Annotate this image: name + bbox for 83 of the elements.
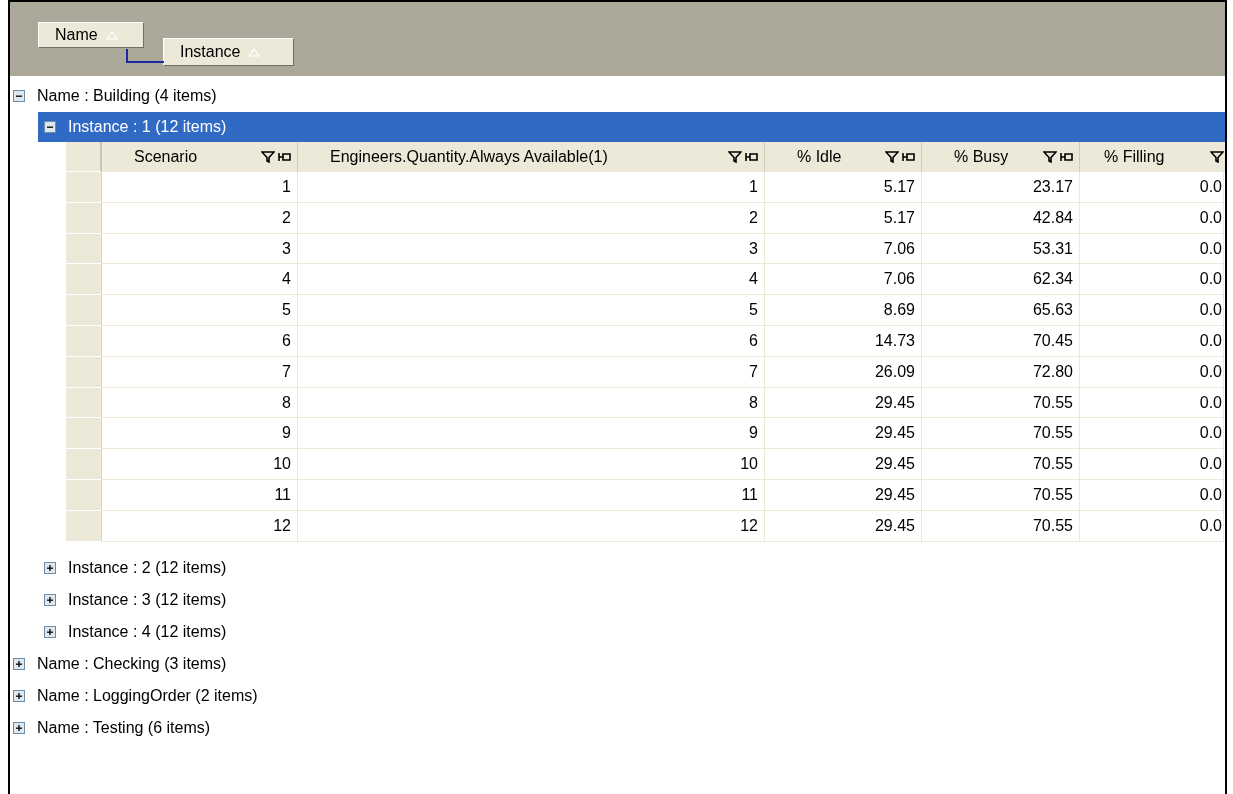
column-header[interactable]: Engineers.Quantity.Always Available(1) — [298, 142, 765, 172]
group-row[interactable]: Name : Checking (3 items) — [10, 647, 1225, 680]
table-cell: 70.55 — [922, 510, 1080, 542]
table-cell: 0.0 — [1080, 233, 1224, 265]
table-cell: 29.45 — [765, 449, 922, 480]
table-cell: 7.06 — [765, 264, 922, 296]
table-cell: 0.0 — [1080, 449, 1224, 480]
table-cell: 29.45 — [765, 510, 922, 542]
table-cell: 70.45 — [922, 326, 1080, 357]
table-cell: 0.0 — [1080, 418, 1224, 450]
table-cell: 10 — [102, 449, 298, 480]
group-label[interactable]: Name : LoggingOrder (2 items) — [37, 686, 258, 705]
table-cell: 8.69 — [765, 295, 922, 326]
table-cell: 29.45 — [765, 418, 922, 450]
table-cell: 6 — [102, 326, 298, 357]
table-cell: 8 — [102, 387, 298, 419]
table-cell: 2 — [298, 202, 765, 234]
table-cell: 23.17 — [922, 172, 1080, 203]
column-header[interactable]: % Idle — [765, 142, 922, 172]
table-cell: 70.55 — [922, 449, 1080, 480]
table-cell: 1 — [102, 172, 298, 203]
table-cell: 5 — [102, 295, 298, 326]
table-cell: 12 — [102, 510, 298, 542]
table-cell: 7 — [102, 356, 298, 388]
table-cell: 14.73 — [765, 326, 922, 357]
table-cell: 70.55 — [922, 479, 1080, 511]
group-row[interactable]: Name : Building (4 items) — [10, 80, 1225, 112]
column-header[interactable]: % Busy — [922, 142, 1080, 172]
table-cell: 65.63 — [922, 295, 1080, 326]
table-cell: 9 — [298, 418, 765, 450]
table-cell: 8 — [298, 387, 765, 419]
table-cell: 0.0 — [1080, 387, 1224, 419]
column-header[interactable]: % Filling — [1080, 142, 1225, 172]
table-cell: 0.0 — [1080, 264, 1224, 296]
group-row[interactable]: Instance : 1 (12 items) — [38, 112, 1225, 142]
group-label[interactable]: Name : Testing (6 items) — [37, 718, 211, 737]
table-cell: 2 — [102, 202, 298, 234]
group-row[interactable]: Name : LoggingOrder (2 items) — [10, 679, 1225, 712]
group-label[interactable]: Name : Checking (3 items) — [37, 654, 227, 673]
table-cell: 5.17 — [765, 202, 922, 234]
table-cell: 70.55 — [922, 418, 1080, 450]
group-label[interactable]: Instance : 4 (12 items) — [68, 622, 227, 641]
table-cell: 42.84 — [922, 202, 1080, 234]
table-cell: 3 — [298, 233, 765, 265]
group-label[interactable]: Name : Building (4 items) — [37, 87, 217, 105]
table-cell: 0.0 — [1080, 356, 1224, 388]
table-cell: 70.55 — [922, 387, 1080, 419]
table-cell: 0.0 — [1080, 295, 1224, 326]
group-label[interactable]: Instance : 2 (12 items) — [68, 558, 227, 577]
table-cell: 1 — [298, 172, 765, 203]
table-cell: 4 — [102, 264, 298, 296]
table-cell: 11 — [298, 479, 765, 511]
group-row[interactable]: Name : Testing (6 items) — [10, 711, 1225, 744]
table-cell: 26.09 — [765, 356, 922, 388]
group-row[interactable]: Instance : 4 (12 items) — [10, 615, 1225, 648]
table-cell: 0.0 — [1080, 510, 1224, 542]
table-cell: 5 — [298, 295, 765, 326]
table-cell: 12 — [298, 510, 765, 542]
group-label[interactable]: Instance : 1 (12 items) — [68, 118, 227, 136]
group-row[interactable]: Instance : 2 (12 items) — [10, 551, 1225, 584]
table-cell: 4 — [298, 264, 765, 296]
table-cell: 7.06 — [765, 233, 922, 265]
table-cell: 9 — [102, 418, 298, 450]
group-field-button[interactable]: Instance — [163, 38, 294, 66]
column-header[interactable]: Scenario — [102, 142, 298, 172]
group-row[interactable]: Instance : 3 (12 items) — [10, 583, 1225, 616]
group-label[interactable]: Instance : 3 (12 items) — [68, 590, 227, 609]
table-cell: 0.0 — [1080, 326, 1224, 357]
table-cell: 72.80 — [922, 356, 1080, 388]
table-cell: 5.17 — [765, 172, 922, 203]
table-cell: 11 — [102, 479, 298, 511]
table-cell: 29.45 — [765, 387, 922, 419]
table-cell: 0.0 — [1080, 172, 1224, 203]
table-cell: 6 — [298, 326, 765, 357]
table-cell: 10 — [298, 449, 765, 480]
table-cell: 0.0 — [1080, 202, 1224, 234]
table-cell: 7 — [298, 356, 765, 388]
table-cell: 3 — [102, 233, 298, 265]
table-cell: 62.34 — [922, 264, 1080, 296]
table-cell: 29.45 — [765, 479, 922, 511]
table-cell: 0.0 — [1080, 479, 1224, 511]
table-cell: 53.31 — [922, 233, 1080, 265]
group-field-button[interactable]: Name — [38, 22, 144, 48]
